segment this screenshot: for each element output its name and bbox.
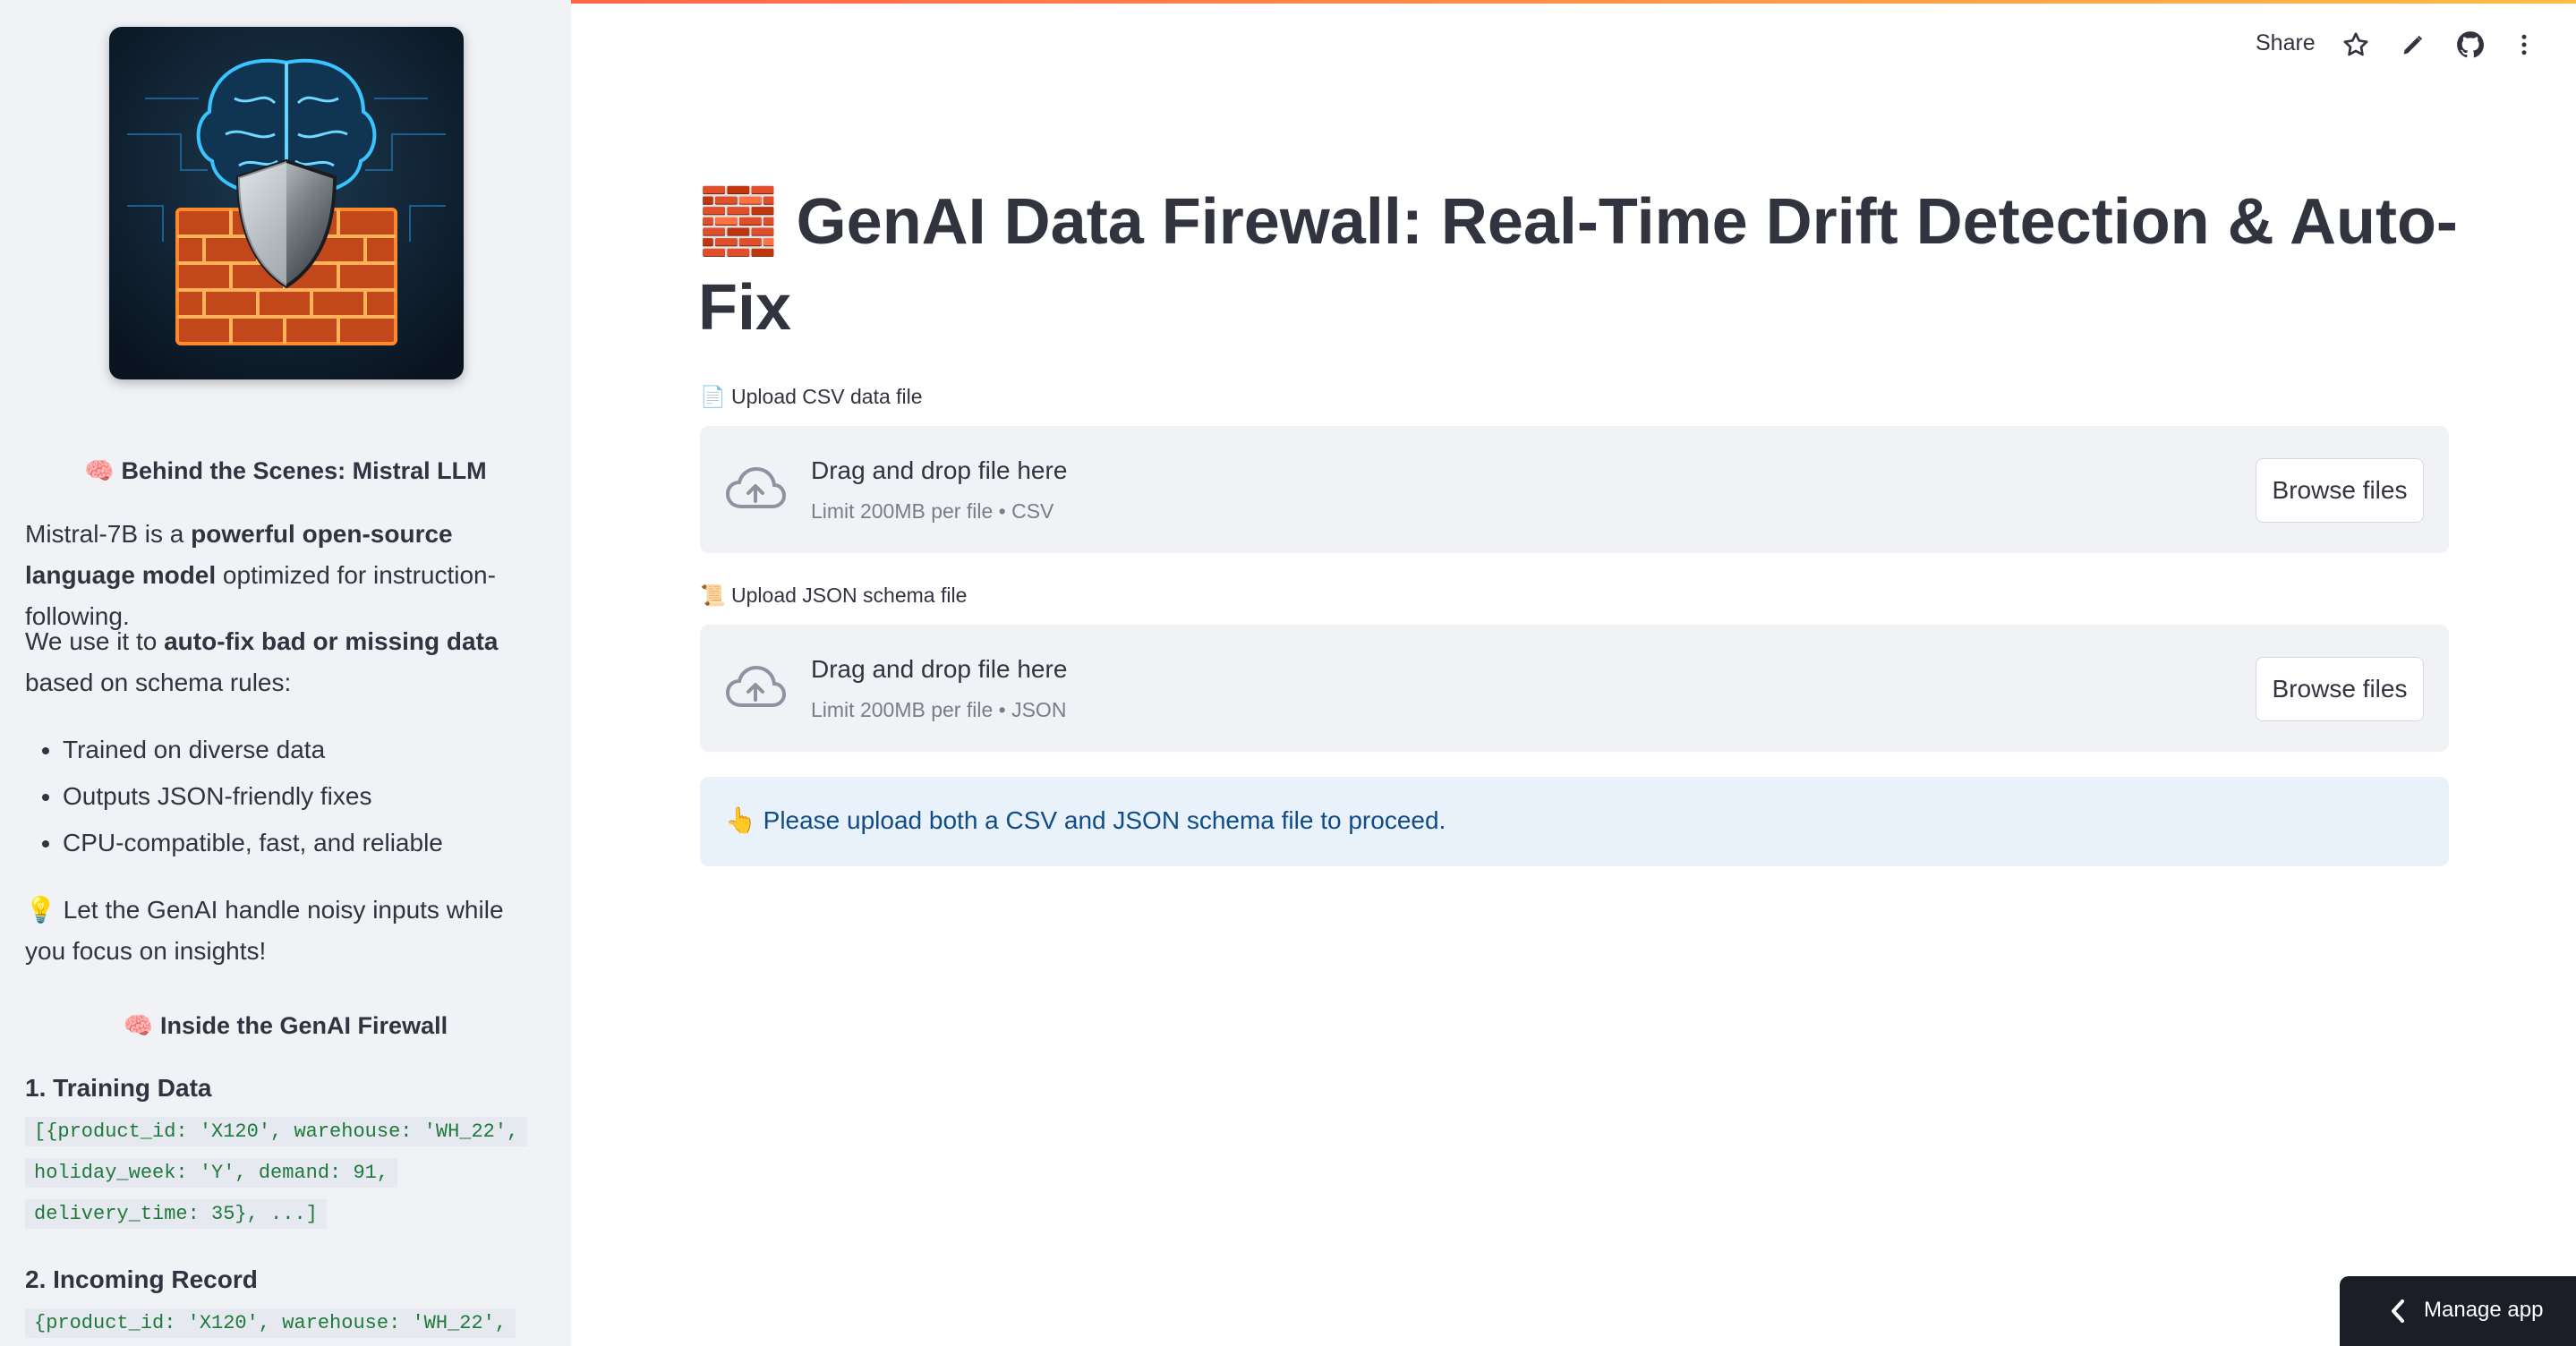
list-item: Trained on diverse data	[63, 727, 544, 773]
para2-text-end: based on schema rules:	[25, 669, 292, 696]
json-upload-label: 📜 Upload JSON schema file	[700, 584, 968, 607]
csv-upload-label: 📄 Upload CSV data file	[700, 385, 923, 408]
sidebar-subheading-training: 1. Training Data	[25, 1074, 212, 1102]
sidebar-feature-list: Trained on diverse data Outputs JSON-fri…	[25, 727, 544, 866]
sidebar-paragraph-autofix: We use it to auto-fix bad or missing dat…	[25, 621, 544, 703]
sidebar-subheading-incoming: 2. Incoming Record	[25, 1265, 258, 1293]
more-vertical-icon[interactable]	[2506, 27, 2542, 63]
edit-pencil-icon[interactable]	[2395, 27, 2431, 63]
csv-limit-text: Limit 200MB per file • CSV	[811, 499, 1054, 523]
page-title: 🧱 GenAI Data Firewall: Real-Time Drift D…	[698, 186, 2458, 344]
csv-file-dropzone[interactable]: Drag and drop file here Limit 200MB per …	[700, 426, 2449, 553]
code-line: {product_id: 'X120', warehouse: 'WH_22',	[25, 1308, 516, 1338]
code-line: delivery_time: 35}, ...]	[25, 1199, 327, 1229]
info-alert-text: 👆 Please upload both a CSV and JSON sche…	[725, 806, 1446, 834]
para2-bold: auto-fix bad or missing data	[164, 627, 499, 655]
csv-drop-text: Drag and drop file here	[811, 456, 1068, 484]
json-browse-files-button[interactable]: Browse files	[2256, 657, 2424, 721]
code-line: [{product_id: 'X120', warehouse: 'WH_22'…	[25, 1117, 528, 1146]
share-button[interactable]: Share	[2256, 30, 2316, 56]
cloud-upload-icon	[725, 664, 787, 712]
sidebar-heading-inside: 🧠 Inside the GenAI Firewall	[123, 1012, 448, 1039]
sidebar-paragraph-mistral: Mistral-7B is a powerful open-source lan…	[25, 514, 544, 637]
json-file-dropzone[interactable]: Drag and drop file here Limit 200MB per …	[700, 625, 2449, 752]
list-item: Outputs JSON-friendly fixes	[63, 773, 544, 820]
app-logo-image	[109, 27, 464, 379]
github-icon[interactable]	[2452, 27, 2488, 63]
incoming-record-code: {product_id: 'X120', warehouse: 'WH_22',	[25, 1303, 544, 1344]
sidebar-paragraph-insights: 💡 Let the GenAI handle noisy inputs whil…	[25, 896, 504, 965]
manage-app-label: Manage app	[2424, 1298, 2544, 1322]
json-drop-text: Drag and drop file here	[811, 655, 1068, 683]
list-item: CPU-compatible, fast, and reliable	[63, 820, 544, 866]
sidebar: 🧠 Behind the Scenes: Mistral LLM Mistral…	[0, 0, 571, 1346]
code-line: holiday_week: 'Y', demand: 91,	[25, 1158, 398, 1188]
para1-text: Mistral-7B is a	[25, 520, 192, 548]
manage-app-button[interactable]: Manage app	[2340, 1276, 2576, 1346]
cloud-upload-icon	[725, 465, 787, 514]
sidebar-heading-mistral: 🧠 Behind the Scenes: Mistral LLM	[84, 457, 487, 484]
para2-text: We use it to	[25, 627, 165, 655]
csv-browse-files-button[interactable]: Browse files	[2256, 458, 2424, 523]
json-limit-text: Limit 200MB per file • JSON	[811, 698, 1067, 721]
info-alert: 👆 Please upload both a CSV and JSON sche…	[700, 777, 2449, 866]
chevron-left-icon	[2392, 1299, 2404, 1323]
training-data-code: [{product_id: 'X120', warehouse: 'WH_22'…	[25, 1112, 544, 1235]
star-icon[interactable]	[2338, 27, 2374, 63]
